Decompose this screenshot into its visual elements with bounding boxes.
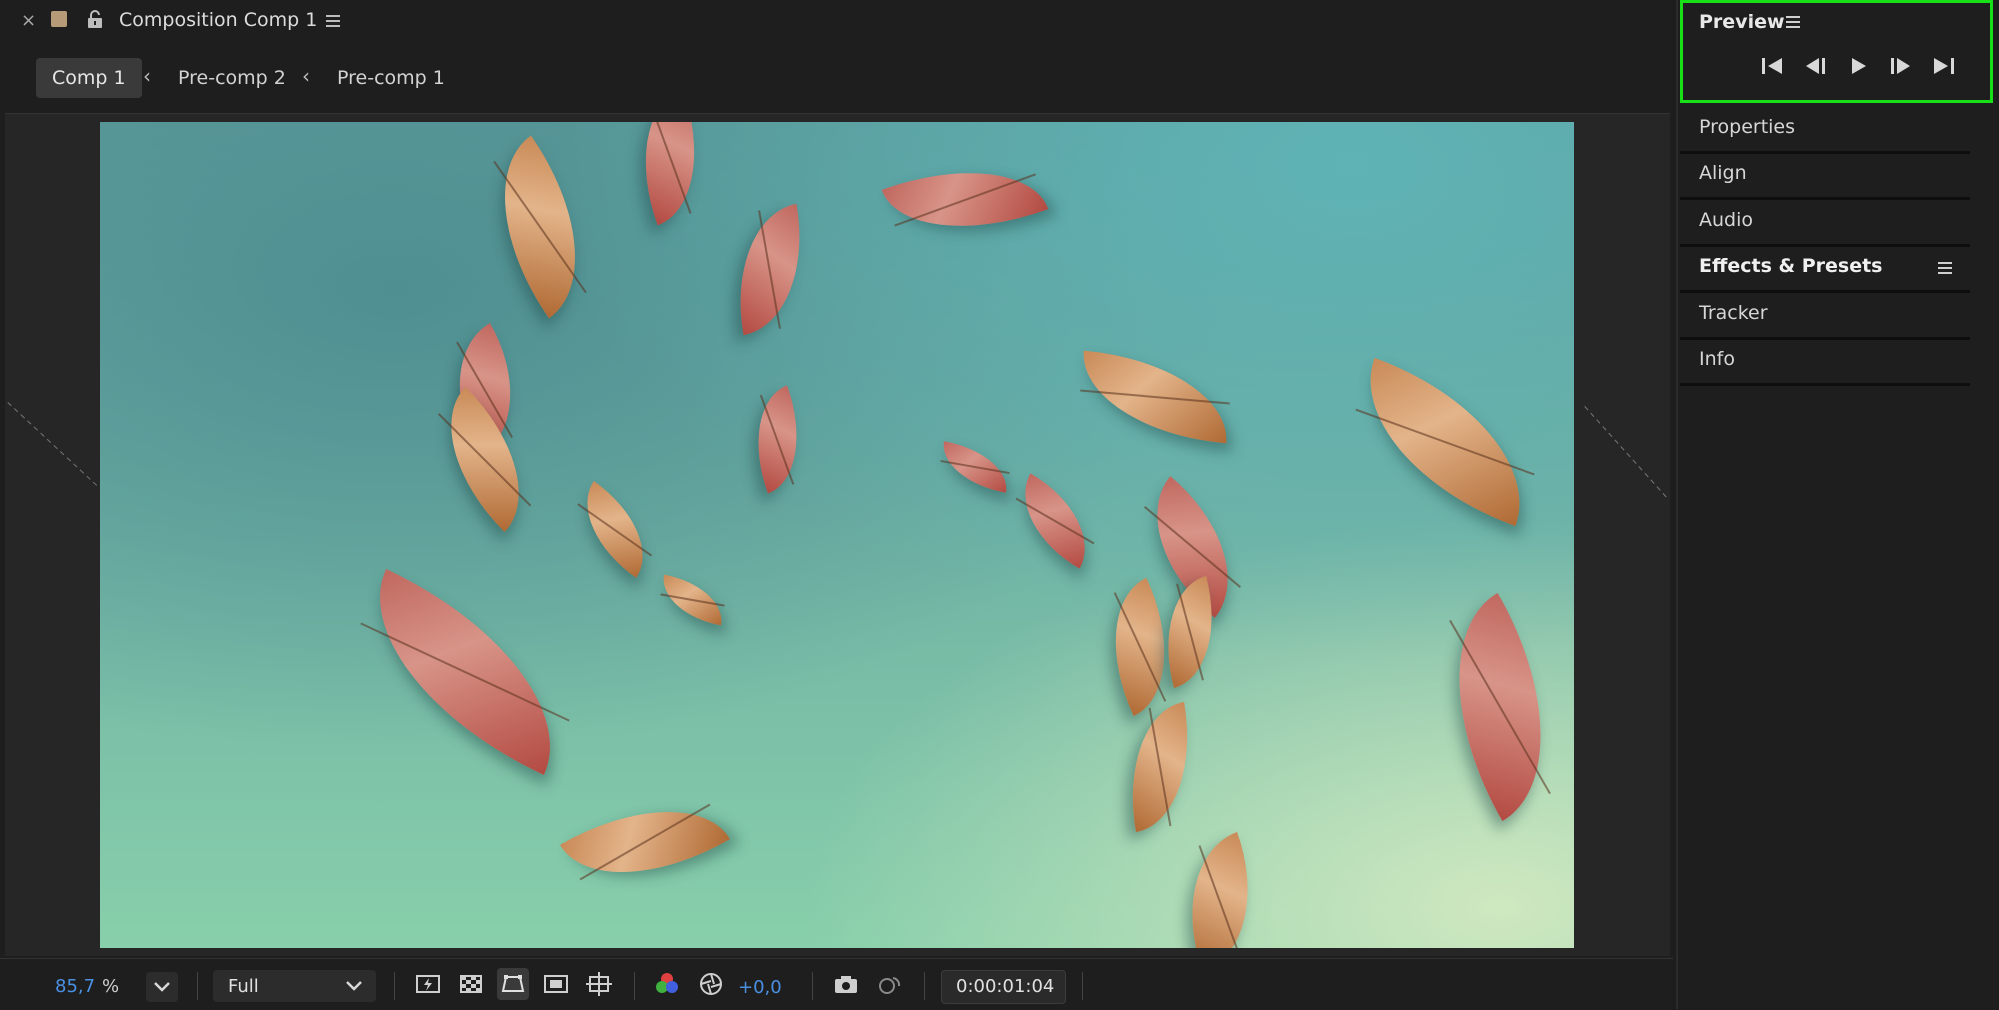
breadcrumb-pre-comp-1[interactable]: Pre-comp 1 xyxy=(337,67,445,89)
zoom-dropdown[interactable] xyxy=(146,972,178,1002)
exposure-value[interactable]: +0,0 xyxy=(738,977,782,998)
composition-canvas[interactable] xyxy=(100,122,1574,948)
guide-line xyxy=(1584,406,1668,499)
grid-guides-icon[interactable] xyxy=(583,968,615,1000)
chevron-down-icon xyxy=(342,974,366,1002)
current-time: 0:00:01:04 xyxy=(956,976,1055,997)
align-panel-tab[interactable]: Align xyxy=(1680,153,1970,200)
panel-menu-icon[interactable] xyxy=(1937,259,1953,277)
tracker-panel-tab[interactable]: Tracker xyxy=(1680,293,1970,340)
toolbar-divider xyxy=(634,972,635,1000)
leaf-shape xyxy=(1076,350,1234,444)
leaf-shape xyxy=(616,122,724,226)
last-frame-icon[interactable] xyxy=(1930,53,1958,79)
breadcrumb-pre-comp-2[interactable]: Pre-comp 2 xyxy=(178,67,286,89)
close-tab-button[interactable]: × xyxy=(21,10,36,31)
leaf-shape xyxy=(560,769,730,915)
guide-line xyxy=(7,402,98,486)
fast-previews-icon[interactable] xyxy=(412,968,444,1000)
next-frame-icon[interactable] xyxy=(1887,53,1915,79)
resolution-value: Full xyxy=(228,976,259,997)
previous-frame-icon[interactable] xyxy=(1801,53,1829,79)
leaf-shape xyxy=(657,574,728,626)
effects-presets-panel-tab[interactable]: Effects & Presets xyxy=(1680,246,1970,293)
panel-title: Composition Comp 1 xyxy=(119,9,318,31)
toolbar-divider xyxy=(394,972,395,1000)
leaf-shape xyxy=(722,203,818,336)
leaf-shape xyxy=(1115,701,1205,833)
leaf-shape xyxy=(1001,473,1109,569)
panel-menu-icon[interactable] xyxy=(1785,13,1801,31)
leaf-shape xyxy=(412,387,558,532)
panel-label: Info xyxy=(1699,348,1735,370)
show-snapshot-icon[interactable] xyxy=(873,968,905,1000)
region-of-interest-icon[interactable] xyxy=(540,968,572,1000)
panel-label: Effects & Presets xyxy=(1699,255,1883,277)
leaf-shape xyxy=(937,441,1013,493)
toolbar-divider xyxy=(197,972,198,1000)
toolbar-divider xyxy=(1082,972,1083,1000)
leaf-shape xyxy=(1161,831,1279,948)
info-panel-tab[interactable]: Info xyxy=(1680,339,1970,386)
panel-label: Align xyxy=(1699,162,1747,184)
chevron-left-icon: ‹ xyxy=(302,64,310,88)
panel-menu-icon[interactable] xyxy=(325,11,341,31)
leaf-shape xyxy=(881,138,1049,261)
camera-icon[interactable] xyxy=(830,968,862,1000)
leaf-shape xyxy=(335,569,595,775)
leaf-shape xyxy=(1336,357,1554,527)
leaf-shape xyxy=(457,135,623,319)
leaf-shape xyxy=(1402,592,1574,822)
mask-path-visibility-icon[interactable] xyxy=(497,968,529,1000)
transparency-grid-icon[interactable] xyxy=(455,968,487,1000)
leaf-shape xyxy=(735,385,820,494)
panel-label: Audio xyxy=(1699,209,1754,231)
reset-exposure-icon[interactable] xyxy=(695,968,727,1000)
breadcrumb-comp-1[interactable]: Comp 1 xyxy=(36,58,142,98)
leaf-shape xyxy=(562,481,668,578)
zoom-value[interactable]: 85,7 xyxy=(55,976,95,997)
audio-panel-tab[interactable]: Audio xyxy=(1680,200,1970,247)
comp-label-color-swatch[interactable] xyxy=(51,11,67,27)
toolbar-divider xyxy=(924,972,925,1000)
properties-panel-tab[interactable]: Properties xyxy=(1680,107,1970,154)
panel-label: Tracker xyxy=(1699,302,1768,324)
zoom-unit: % xyxy=(102,976,120,997)
play-icon[interactable] xyxy=(1844,53,1872,79)
lock-icon[interactable] xyxy=(86,9,104,29)
panel-label: Properties xyxy=(1699,116,1796,138)
color-channels-icon[interactable] xyxy=(651,968,683,1000)
first-frame-icon[interactable] xyxy=(1758,53,1786,79)
chevron-left-icon: ‹ xyxy=(143,64,151,88)
toolbar-divider xyxy=(812,972,813,1000)
preview-panel-title[interactable]: Preview xyxy=(1699,11,1785,33)
